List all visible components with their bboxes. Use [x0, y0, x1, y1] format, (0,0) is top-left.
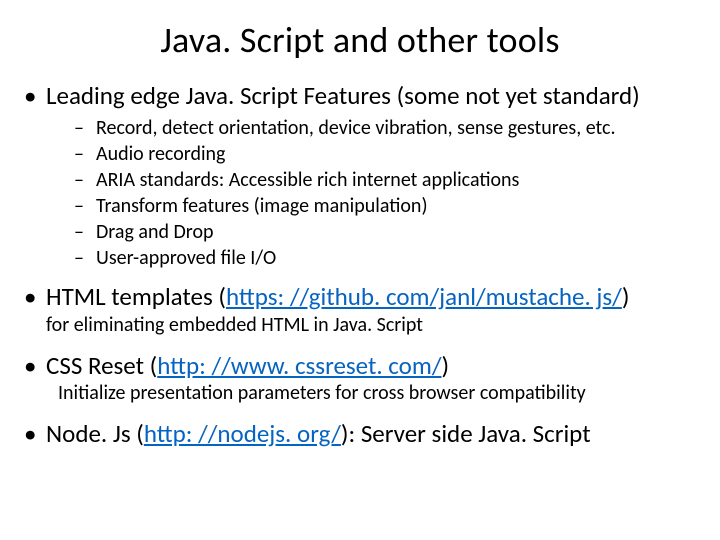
- bullet-icon: •: [24, 350, 46, 381]
- bullet-note: Initialize presentation parameters for c…: [24, 381, 696, 406]
- sub-text: ARIA standards: Accessible rich internet…: [96, 167, 519, 193]
- bullet-icon: •: [24, 418, 46, 449]
- sub-text: Transform features (image manipulation): [96, 193, 428, 219]
- bullet-icon: •: [24, 80, 46, 111]
- slide: Java. Script and other tools • Leading e…: [0, 0, 720, 540]
- sub-text: User-approved file I/O: [96, 245, 276, 271]
- bullet-text: Node. Js (http: //nodejs. org/): Server …: [46, 418, 696, 449]
- list-item: –Transform features (image manipulation): [74, 193, 696, 219]
- list-item: –ARIA standards: Accessible rich interne…: [74, 167, 696, 193]
- dash-icon: –: [74, 193, 96, 219]
- list-item: • CSS Reset (http: //www. cssreset. com/…: [24, 350, 696, 406]
- bullet-list: • Leading edge Java. Script Features (so…: [24, 80, 696, 449]
- bullet-text: CSS Reset (http: //www. cssreset. com/): [46, 350, 696, 381]
- list-item: –Drag and Drop: [74, 219, 696, 245]
- bullet-pre: HTML templates (: [46, 281, 226, 312]
- list-item: • HTML templates (https: //github. com/j…: [24, 281, 696, 337]
- list-item: –Audio recording: [74, 141, 696, 167]
- sub-list: –Record, detect orientation, device vibr…: [24, 115, 696, 271]
- dash-icon: –: [74, 141, 96, 167]
- bullet-text: HTML templates (https: //github. com/jan…: [46, 281, 696, 312]
- dash-icon: –: [74, 115, 96, 141]
- bullet-pre: CSS Reset (: [46, 350, 157, 381]
- bullet-text: Leading edge Java. Script Features (some…: [46, 80, 696, 111]
- link[interactable]: https: //github. com/janl/mustache. js/: [226, 281, 622, 312]
- dash-icon: –: [74, 167, 96, 193]
- list-item: –User-approved file I/O: [74, 245, 696, 271]
- bullet-pre: Node. Js (: [46, 418, 144, 449]
- sub-text: Audio recording: [96, 141, 225, 167]
- dash-icon: –: [74, 245, 96, 271]
- bullet-post: ): [622, 281, 630, 312]
- list-item: –Record, detect orientation, device vibr…: [74, 115, 696, 141]
- bullet-line: • HTML templates (https: //github. com/j…: [24, 281, 696, 312]
- dash-icon: –: [74, 219, 96, 245]
- bullet-icon: •: [24, 281, 46, 312]
- sub-text: Record, detect orientation, device vibra…: [96, 115, 616, 141]
- link[interactable]: http: //www. cssreset. com/: [157, 350, 441, 381]
- list-item: • Leading edge Java. Script Features (so…: [24, 80, 696, 271]
- bullet-line: • Node. Js (http: //nodejs. org/): Serve…: [24, 418, 696, 449]
- list-item: • Node. Js (http: //nodejs. org/): Serve…: [24, 418, 696, 449]
- slide-title: Java. Script and other tools: [24, 18, 696, 62]
- sub-text: Drag and Drop: [96, 219, 214, 245]
- bullet-line: • Leading edge Java. Script Features (so…: [24, 80, 696, 111]
- bullet-post: ): Server side Java. Script: [341, 418, 591, 449]
- link[interactable]: http: //nodejs. org/: [144, 418, 341, 449]
- bullet-line: • CSS Reset (http: //www. cssreset. com/…: [24, 350, 696, 381]
- bullet-note: for eliminating embedded HTML in Java. S…: [24, 313, 696, 338]
- bullet-post: ): [441, 350, 449, 381]
